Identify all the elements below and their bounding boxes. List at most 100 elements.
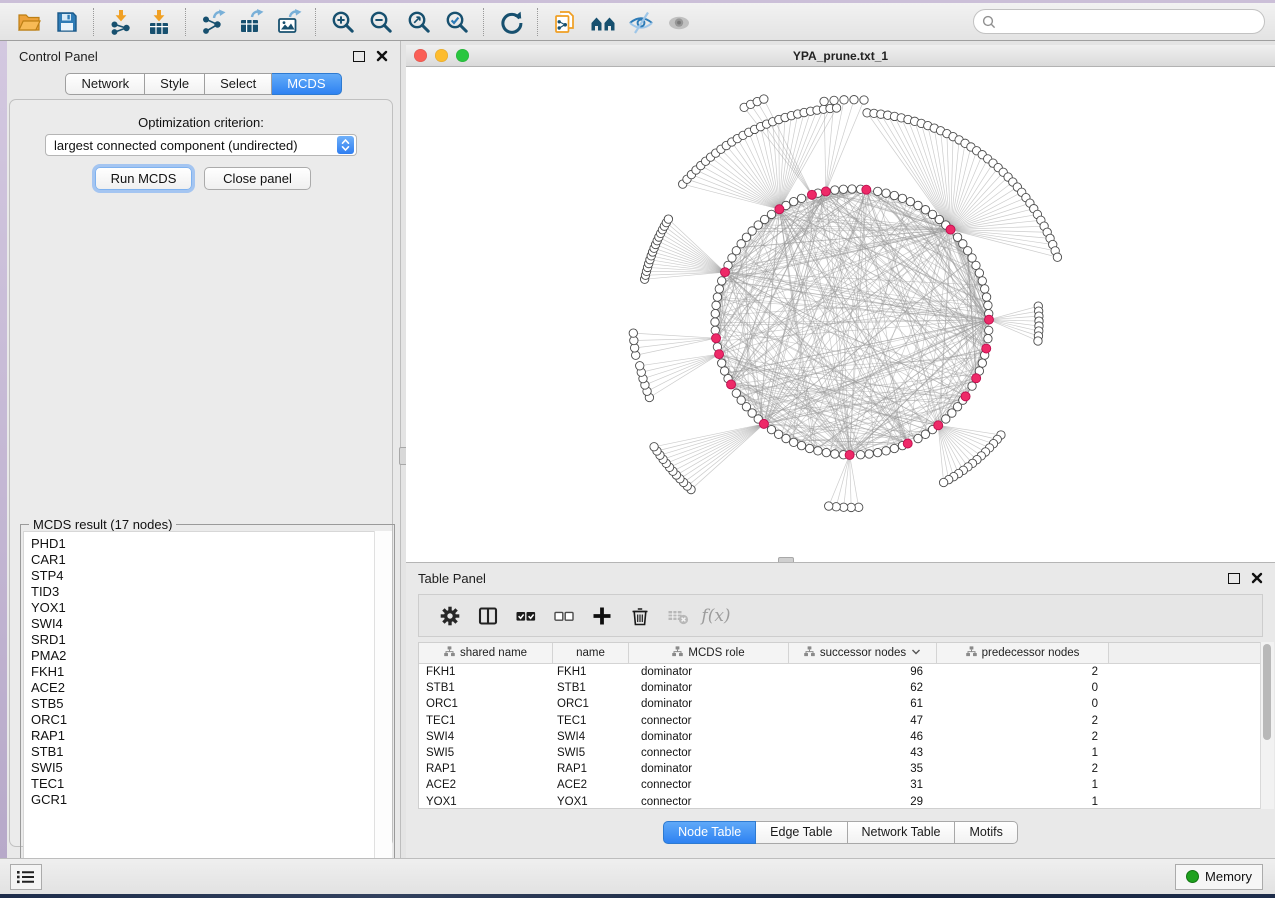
list-item[interactable]: PMA2 — [31, 648, 391, 664]
table-row[interactable]: YOX1YOX1connector291 — [419, 794, 1262, 810]
table-cell: 2 — [937, 666, 1109, 678]
table-cell: ACE2 — [553, 779, 629, 791]
mcds-result-list[interactable]: PHD1CAR1STP4TID3YOX1SWI4SRD1PMA2FKH1ACE2… — [23, 531, 392, 895]
table-cell: dominator — [629, 763, 789, 775]
table-cell: TEC1 — [419, 715, 553, 727]
toolbar-separator — [315, 8, 317, 36]
table-row[interactable]: STB1STB1dominator620 — [419, 680, 1262, 696]
table-cell: FKH1 — [553, 666, 629, 678]
table-cell: 43 — [789, 747, 937, 759]
list-item[interactable]: TEC1 — [31, 776, 391, 792]
main-toolbar — [0, 3, 1275, 41]
scrollbar-thumb[interactable] — [1263, 644, 1271, 740]
save-session-icon[interactable] — [48, 6, 86, 38]
network-graph[interactable] — [406, 67, 1275, 562]
zoom-selected-icon[interactable] — [438, 6, 476, 38]
delete-row-icon[interactable] — [621, 599, 659, 633]
first-neighbors-icon[interactable] — [584, 6, 622, 38]
list-item[interactable]: ORC1 — [31, 712, 391, 728]
table-scrollbar[interactable] — [1260, 642, 1274, 809]
tab-network[interactable]: Network — [65, 73, 145, 95]
memory-button[interactable]: Memory — [1175, 864, 1263, 890]
toolbar-separator — [537, 8, 539, 36]
copy-network-icon[interactable] — [546, 6, 584, 38]
table-cell: 2 — [937, 715, 1109, 727]
tab-network-table[interactable]: Network Table — [848, 821, 956, 844]
list-item[interactable]: ACE2 — [31, 680, 391, 696]
optimization-criterion-select[interactable]: largest connected component (undirected) — [45, 134, 357, 156]
node-table: shared namenameMCDS rolesuccessor nodesp… — [418, 642, 1263, 809]
table-row[interactable]: TEC1TEC1connector472 — [419, 713, 1262, 729]
tab-motifs[interactable]: Motifs — [955, 821, 1017, 844]
tab-edge-table[interactable]: Edge Table — [756, 821, 847, 844]
close-panel-icon[interactable] — [376, 50, 388, 62]
shared-column-icon — [672, 646, 683, 660]
table-row[interactable]: FKH1FKH1dominator962 — [419, 664, 1262, 680]
table-cell: ORC1 — [553, 698, 629, 710]
column-layout-icon[interactable] — [469, 599, 507, 633]
mcds-panel: Optimization criterion: largest connecte… — [9, 99, 393, 847]
table-row[interactable]: RAP1RAP1dominator352 — [419, 761, 1262, 777]
list-item[interactable]: STB1 — [31, 744, 391, 760]
task-history-button[interactable] — [10, 864, 42, 890]
run-mcds-button[interactable]: Run MCDS — [95, 167, 192, 190]
export-image-icon[interactable] — [270, 6, 308, 38]
tab-node-table[interactable]: Node Table — [663, 821, 756, 844]
tab-mcds[interactable]: MCDS — [272, 73, 341, 95]
table-cell: YOX1 — [419, 796, 553, 808]
zoom-fit-icon[interactable] — [400, 6, 438, 38]
column-header-shared-name[interactable]: shared name — [419, 643, 553, 663]
mcds-result-groupbox: MCDS result (17 nodes) PHD1CAR1STP4TID3Y… — [20, 524, 395, 898]
add-row-icon[interactable] — [583, 599, 621, 633]
table-tabs: Node TableEdge TableNetwork TableMotifs — [406, 821, 1275, 844]
table-row[interactable]: ORC1ORC1dominator610 — [419, 696, 1262, 712]
list-item[interactable]: CAR1 — [31, 552, 391, 568]
table-cell: 35 — [789, 763, 937, 775]
list-item[interactable]: YOX1 — [31, 600, 391, 616]
search-input[interactable] — [1002, 13, 1256, 30]
table-row[interactable]: ACE2ACE2connector311 — [419, 777, 1262, 793]
network-window-titlebar: YPA_prune.txt_1 — [406, 45, 1275, 67]
table-row[interactable]: SWI5SWI5connector431 — [419, 745, 1262, 761]
hide-selected-icon[interactable] — [622, 6, 660, 38]
list-item[interactable]: FKH1 — [31, 664, 391, 680]
list-item[interactable]: SWI4 — [31, 616, 391, 632]
export-network-icon[interactable] — [194, 6, 232, 38]
table-row[interactable]: SWI4SWI4dominator462 — [419, 729, 1262, 745]
list-item[interactable]: STP4 — [31, 568, 391, 584]
close-table-panel-icon[interactable] — [1251, 572, 1263, 584]
open-file-icon[interactable] — [10, 6, 48, 38]
list-item[interactable]: SWI5 — [31, 760, 391, 776]
list-item[interactable]: STB5 — [31, 696, 391, 712]
float-table-panel-icon[interactable] — [1228, 573, 1240, 584]
table-cell: 46 — [789, 731, 937, 743]
list-item[interactable]: RAP1 — [31, 728, 391, 744]
shared-column-icon — [966, 646, 977, 660]
zoom-in-icon[interactable] — [324, 6, 362, 38]
deselect-all-icon[interactable] — [545, 599, 583, 633]
mcds-result-scrollbar[interactable] — [374, 531, 392, 895]
tab-style[interactable]: Style — [145, 73, 205, 95]
import-table-icon[interactable] — [140, 6, 178, 38]
close-panel-button[interactable]: Close panel — [204, 167, 311, 190]
search-box — [973, 9, 1265, 34]
column-header-name[interactable]: name — [553, 643, 629, 663]
refresh-icon[interactable] — [492, 6, 530, 38]
column-header-successor-nodes[interactable]: successor nodes — [789, 643, 937, 663]
float-panel-icon[interactable] — [353, 51, 365, 62]
column-header-MCDS-role[interactable]: MCDS role — [629, 643, 789, 663]
list-item[interactable]: GCR1 — [31, 792, 391, 808]
export-table-icon[interactable] — [232, 6, 270, 38]
table-cell: FKH1 — [419, 666, 553, 678]
tab-select[interactable]: Select — [205, 73, 272, 95]
column-header-predecessor-nodes[interactable]: predecessor nodes — [937, 643, 1109, 663]
list-item[interactable]: PHD1 — [31, 536, 391, 552]
list-item[interactable]: TID3 — [31, 584, 391, 600]
show-all-icon — [660, 6, 698, 38]
list-item[interactable]: SRD1 — [31, 632, 391, 648]
zoom-out-icon[interactable] — [362, 6, 400, 38]
settings-icon[interactable] — [431, 599, 469, 633]
toolbar-separator — [93, 8, 95, 36]
import-network-icon[interactable] — [102, 6, 140, 38]
select-all-icon[interactable] — [507, 599, 545, 633]
